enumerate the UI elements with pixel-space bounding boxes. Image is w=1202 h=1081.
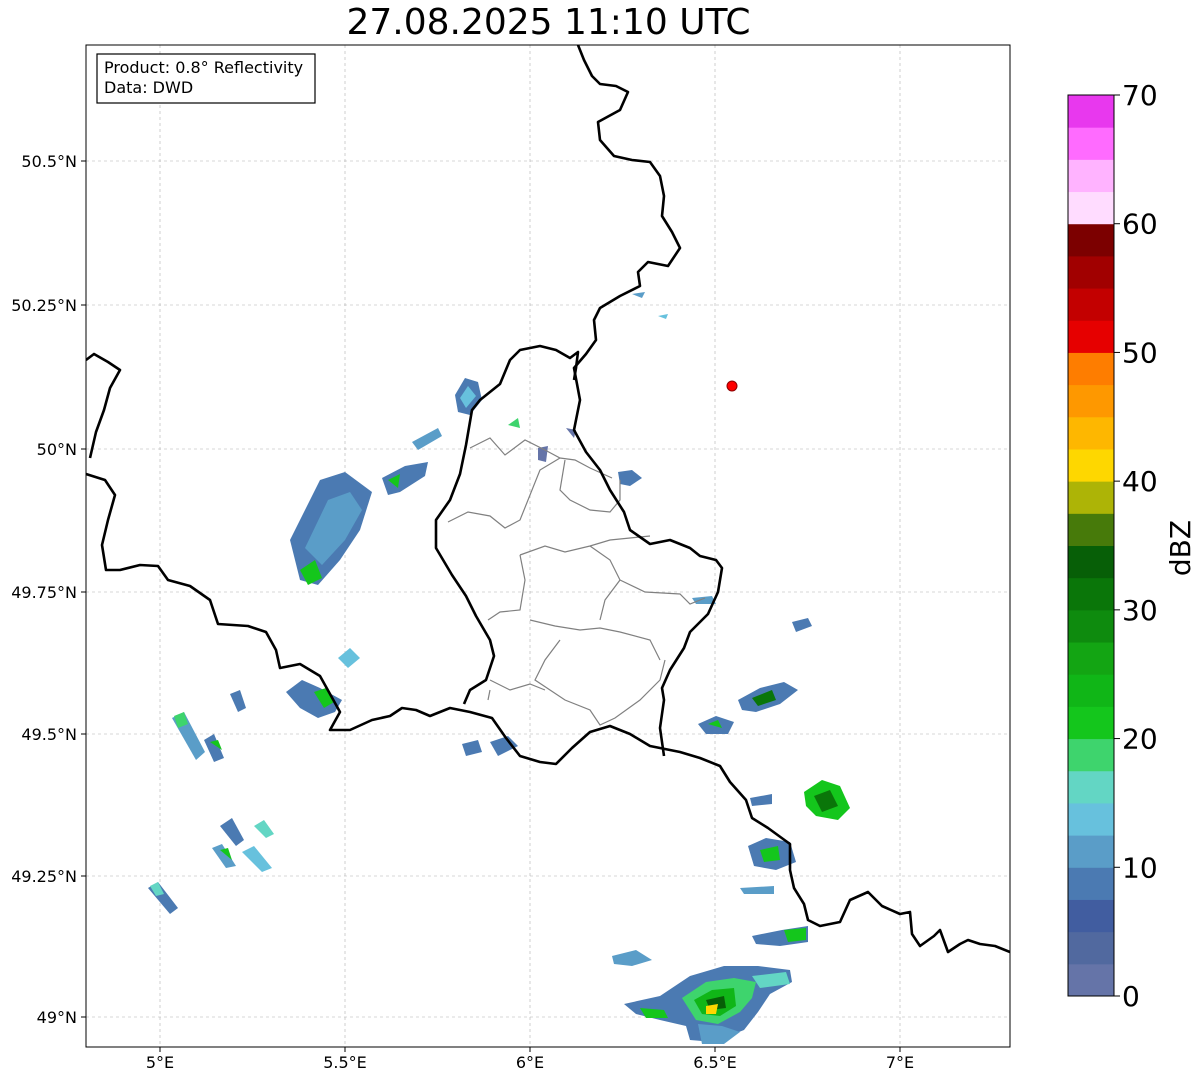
colorbar-swatch [1068, 931, 1114, 965]
lat-tick-label: 49°N [37, 1008, 77, 1027]
colorbar-tick-label: 60 [1122, 208, 1158, 241]
colorbar-swatch [1068, 738, 1114, 772]
lon-tick-label: 5°E [146, 1053, 174, 1072]
colorbar-swatch [1068, 95, 1114, 128]
colorbar-tick-label: 40 [1122, 465, 1158, 498]
colorbar-swatch [1068, 448, 1114, 482]
lat-tick-label: 49.25°N [11, 867, 77, 886]
colorbar-swatch [1068, 513, 1114, 546]
lon-tick-label: 5.5°E [323, 1053, 367, 1072]
colorbar-swatches [1068, 95, 1114, 997]
colorbar-swatch [1068, 674, 1114, 707]
colorbar-swatch [1068, 320, 1114, 353]
radar-site-marker [726, 380, 738, 392]
colorbar-swatch [1068, 481, 1114, 514]
colorbar-swatch [1068, 223, 1114, 257]
lon-tick-label: 7°E [886, 1053, 914, 1072]
colorbar-swatch [1068, 255, 1114, 289]
lon-tick-label: 6.5°E [693, 1053, 737, 1072]
colorbar-swatch [1068, 642, 1114, 675]
colorbar-tick-label: 10 [1122, 851, 1158, 884]
lon-tick-label: 6°E [516, 1053, 544, 1072]
colorbar-swatch [1068, 770, 1114, 804]
lat-tick-label: 49.5°N [21, 725, 77, 744]
colorbar-swatch [1068, 706, 1114, 740]
colorbar-swatch [1068, 802, 1114, 836]
colorbar-tick-label: 0 [1122, 980, 1140, 1013]
lat-tick-label: 50.25°N [11, 296, 77, 315]
colorbar-tick-label: 70 [1122, 79, 1158, 112]
colorbar-swatch [1068, 191, 1114, 225]
colorbar-tick-label: 50 [1122, 336, 1158, 369]
colorbar-swatch [1068, 899, 1114, 933]
colorbar-swatch [1068, 416, 1114, 450]
colorbar-tick-label: 20 [1122, 723, 1158, 756]
info-box: Product: 0.8° Reflectivity Data: DWD [96, 53, 316, 104]
colorbar-swatch [1068, 609, 1114, 643]
colorbar-unit-label: dBZ [1164, 520, 1197, 576]
lat-tick-label: 50.5°N [21, 152, 77, 171]
lon-ticks: 5°E 5.5°E 6°E 6.5°E 7°E [146, 1047, 914, 1072]
colorbar-tick-label: 30 [1122, 594, 1158, 627]
colorbar-swatch [1068, 835, 1114, 868]
lat-ticks: 50.5°N 50.25°N 50°N 49.75°N 49.5°N 49.25… [11, 152, 86, 1027]
lat-tick-label: 49.75°N [11, 583, 77, 602]
colorbar-swatch [1068, 577, 1114, 611]
colorbar-ticks: 0 10 20 30 40 50 60 70 [1114, 79, 1158, 1013]
colorbar-swatch [1068, 963, 1114, 997]
radar-map: Product: 0.8° Reflectivity Data: DWD 5°E… [11, 44, 1197, 1072]
colorbar: 0 10 20 30 40 50 60 70 dBZ [1067, 79, 1197, 1013]
lat-tick-label: 50°N [37, 440, 77, 459]
colorbar-swatch [1068, 288, 1114, 321]
colorbar-swatch [1068, 159, 1114, 193]
info-product: Product: 0.8° Reflectivity [104, 58, 303, 77]
colorbar-swatch [1068, 352, 1114, 386]
colorbar-swatch [1068, 384, 1114, 418]
info-data-source: Data: DWD [104, 78, 193, 97]
colorbar-swatch [1068, 545, 1114, 579]
colorbar-swatch [1068, 867, 1114, 900]
colorbar-swatch [1068, 127, 1114, 160]
